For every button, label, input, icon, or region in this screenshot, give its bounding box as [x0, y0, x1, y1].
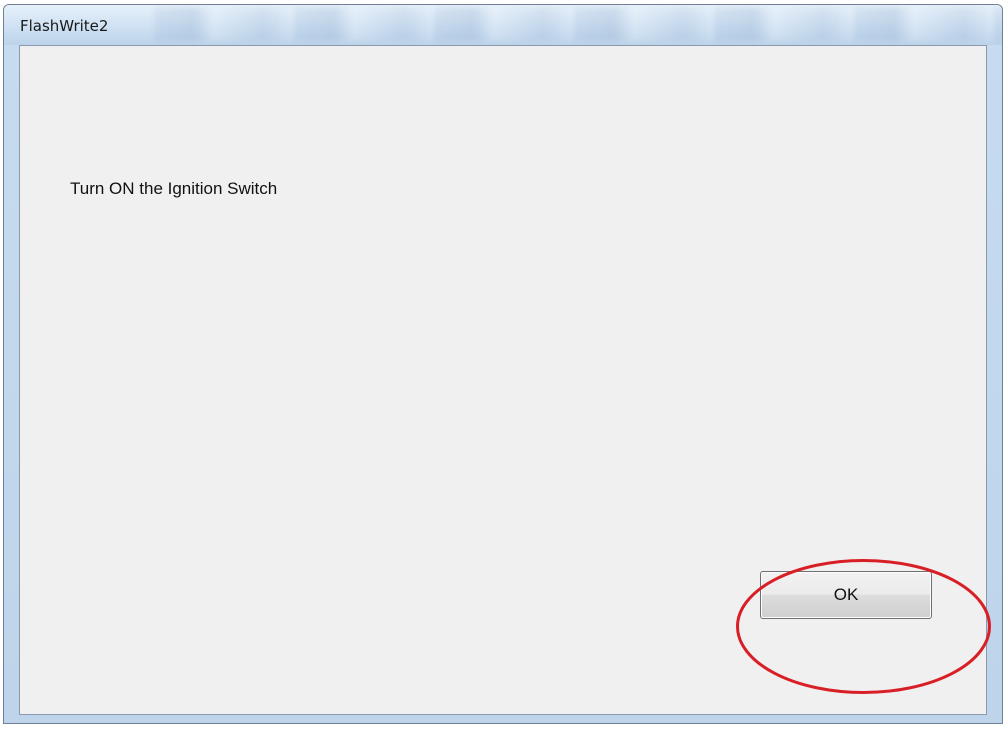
window-title: FlashWrite2: [20, 17, 109, 35]
title-bar[interactable]: FlashWrite2: [4, 5, 1002, 45]
blurred-background-strip: [154, 7, 1002, 41]
instruction-message: Turn ON the Ignition Switch: [70, 179, 278, 198]
ok-button[interactable]: OK: [760, 571, 932, 619]
ok-button-label: OK: [833, 585, 859, 604]
